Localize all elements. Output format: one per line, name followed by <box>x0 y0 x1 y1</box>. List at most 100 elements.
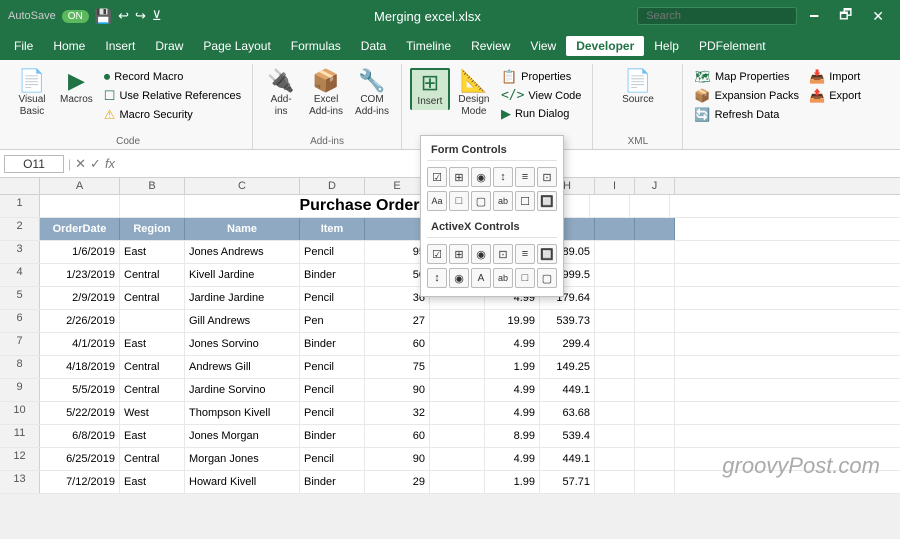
table-cell[interactable]: Morgan Jones <box>185 448 300 470</box>
table-cell[interactable] <box>595 333 635 355</box>
table-cell[interactable] <box>635 287 675 309</box>
minimize-button[interactable]: 🗕 <box>801 4 827 28</box>
cell-i2[interactable] <box>595 218 635 240</box>
restore-button[interactable]: 🗗 <box>831 4 860 28</box>
table-cell[interactable]: 1.99 <box>485 356 540 378</box>
use-relative-button[interactable]: ☐ Use Relative References <box>101 87 244 105</box>
table-cell[interactable]: 1/23/2019 <box>40 264 120 286</box>
table-cell[interactable]: 90 <box>365 448 430 470</box>
col-header-i[interactable]: I <box>595 178 635 194</box>
table-cell[interactable]: 539.73 <box>540 310 595 332</box>
table-cell[interactable] <box>430 402 485 424</box>
table-cell[interactable]: Jardine Sorvino <box>185 379 300 401</box>
form-scrollbar-icon[interactable]: ▢ <box>471 191 491 211</box>
form-label-icon[interactable]: Aa <box>427 191 447 211</box>
table-cell[interactable]: 60 <box>365 333 430 355</box>
confirm-formula-button[interactable]: ✓ <box>90 156 101 172</box>
redo-icon[interactable]: ↪ <box>135 8 146 24</box>
table-cell[interactable]: Pencil <box>300 287 365 309</box>
table-cell[interactable] <box>635 471 675 493</box>
menu-formulas[interactable]: Formulas <box>281 36 351 56</box>
activex-button-icon[interactable]: ⊞ <box>449 244 469 264</box>
autosave-toggle[interactable]: ON <box>62 10 89 23</box>
cell-a1[interactable] <box>40 195 120 217</box>
table-cell[interactable] <box>635 356 675 378</box>
table-cell[interactable] <box>635 264 675 286</box>
table-cell[interactable] <box>430 471 485 493</box>
activex-label-icon[interactable]: ◉ <box>449 268 469 288</box>
table-cell[interactable]: Pencil <box>300 379 365 401</box>
form-combo-icon[interactable]: ⊡ <box>537 167 557 187</box>
table-cell[interactable]: 299.4 <box>540 333 595 355</box>
expansion-packs-button[interactable]: 📦 Expansion Packs <box>691 87 802 105</box>
table-cell[interactable]: Pencil <box>300 402 365 424</box>
table-cell[interactable]: 27 <box>365 310 430 332</box>
table-cell[interactable]: Pencil <box>300 448 365 470</box>
table-cell[interactable]: 1.99 <box>485 471 540 493</box>
table-cell[interactable] <box>595 379 635 401</box>
table-cell[interactable]: Jones Andrews <box>185 241 300 263</box>
table-cell[interactable]: Jardine Jardine <box>185 287 300 309</box>
menu-help[interactable]: Help <box>644 36 689 56</box>
view-code-button[interactable]: </> View Code <box>498 87 584 104</box>
cell-d2[interactable]: Item <box>300 218 365 240</box>
table-cell[interactable]: West <box>120 402 185 424</box>
menu-developer[interactable]: Developer <box>566 36 644 56</box>
excel-add-ins-button[interactable]: 📦 ExcelAdd-ins <box>305 68 347 120</box>
menu-data[interactable]: Data <box>351 36 396 56</box>
macros-button[interactable]: ▶ Macros <box>56 68 97 108</box>
cell-b2[interactable]: Region <box>120 218 185 240</box>
table-cell[interactable]: Gill Andrews <box>185 310 300 332</box>
table-cell[interactable]: 7/12/2019 <box>40 471 120 493</box>
table-cell[interactable]: 60 <box>365 425 430 447</box>
table-cell[interactable]: 90 <box>365 379 430 401</box>
table-cell[interactable]: 6/8/2019 <box>40 425 120 447</box>
table-cell[interactable]: Jones Sorvino <box>185 333 300 355</box>
table-cell[interactable]: Central <box>120 379 185 401</box>
export-button[interactable]: 📤 Export <box>806 87 864 105</box>
table-cell[interactable]: Central <box>120 287 185 309</box>
activex-grid-icon[interactable]: □ <box>515 268 535 288</box>
col-header-a[interactable]: A <box>40 178 120 194</box>
table-cell[interactable] <box>430 356 485 378</box>
cell-j2[interactable] <box>635 218 675 240</box>
toolbar-more-icon[interactable]: ⊻ <box>152 8 162 24</box>
table-cell[interactable]: Binder <box>300 264 365 286</box>
table-cell[interactable] <box>430 310 485 332</box>
table-cell[interactable] <box>595 471 635 493</box>
table-cell[interactable]: Jones Morgan <box>185 425 300 447</box>
table-cell[interactable] <box>595 402 635 424</box>
menu-file[interactable]: File <box>4 36 43 56</box>
form-slider-icon[interactable]: ab <box>493 191 513 211</box>
table-cell[interactable]: 1/6/2019 <box>40 241 120 263</box>
table-cell[interactable] <box>430 448 485 470</box>
table-cell[interactable]: 4.99 <box>485 333 540 355</box>
close-button[interactable]: ✕ <box>864 8 892 25</box>
col-header-b[interactable]: B <box>120 178 185 194</box>
table-cell[interactable]: 57.71 <box>540 471 595 493</box>
table-cell[interactable]: 75 <box>365 356 430 378</box>
table-cell[interactable]: Binder <box>300 471 365 493</box>
activex-text-icon[interactable]: A <box>471 268 491 288</box>
run-dialog-button[interactable]: ▶ Run Dialog <box>498 105 584 123</box>
table-cell[interactable]: 4/1/2019 <box>40 333 120 355</box>
table-cell[interactable] <box>635 402 675 424</box>
table-cell[interactable]: Central <box>120 356 185 378</box>
table-cell[interactable] <box>595 356 635 378</box>
table-cell[interactable]: 5/22/2019 <box>40 402 120 424</box>
undo-icon[interactable]: ↩ <box>118 8 129 24</box>
table-cell[interactable]: 449.1 <box>540 448 595 470</box>
macro-security-button[interactable]: ⚠ Macro Security <box>101 106 244 124</box>
table-cell[interactable]: 539.4 <box>540 425 595 447</box>
table-cell[interactable]: East <box>120 425 185 447</box>
table-cell[interactable]: 2/9/2019 <box>40 287 120 309</box>
table-cell[interactable] <box>595 287 635 309</box>
activex-checkbox-icon[interactable]: ☑ <box>427 244 447 264</box>
insert-function-button[interactable]: fx <box>105 156 115 172</box>
table-cell[interactable] <box>635 379 675 401</box>
import-button[interactable]: 📥 Import <box>806 68 864 86</box>
add-ins-button[interactable]: 🔌 Add-ins <box>261 68 301 120</box>
table-cell[interactable]: 2/26/2019 <box>40 310 120 332</box>
table-cell[interactable]: 29 <box>365 471 430 493</box>
form-spinner-icon[interactable]: ↕ <box>493 167 513 187</box>
